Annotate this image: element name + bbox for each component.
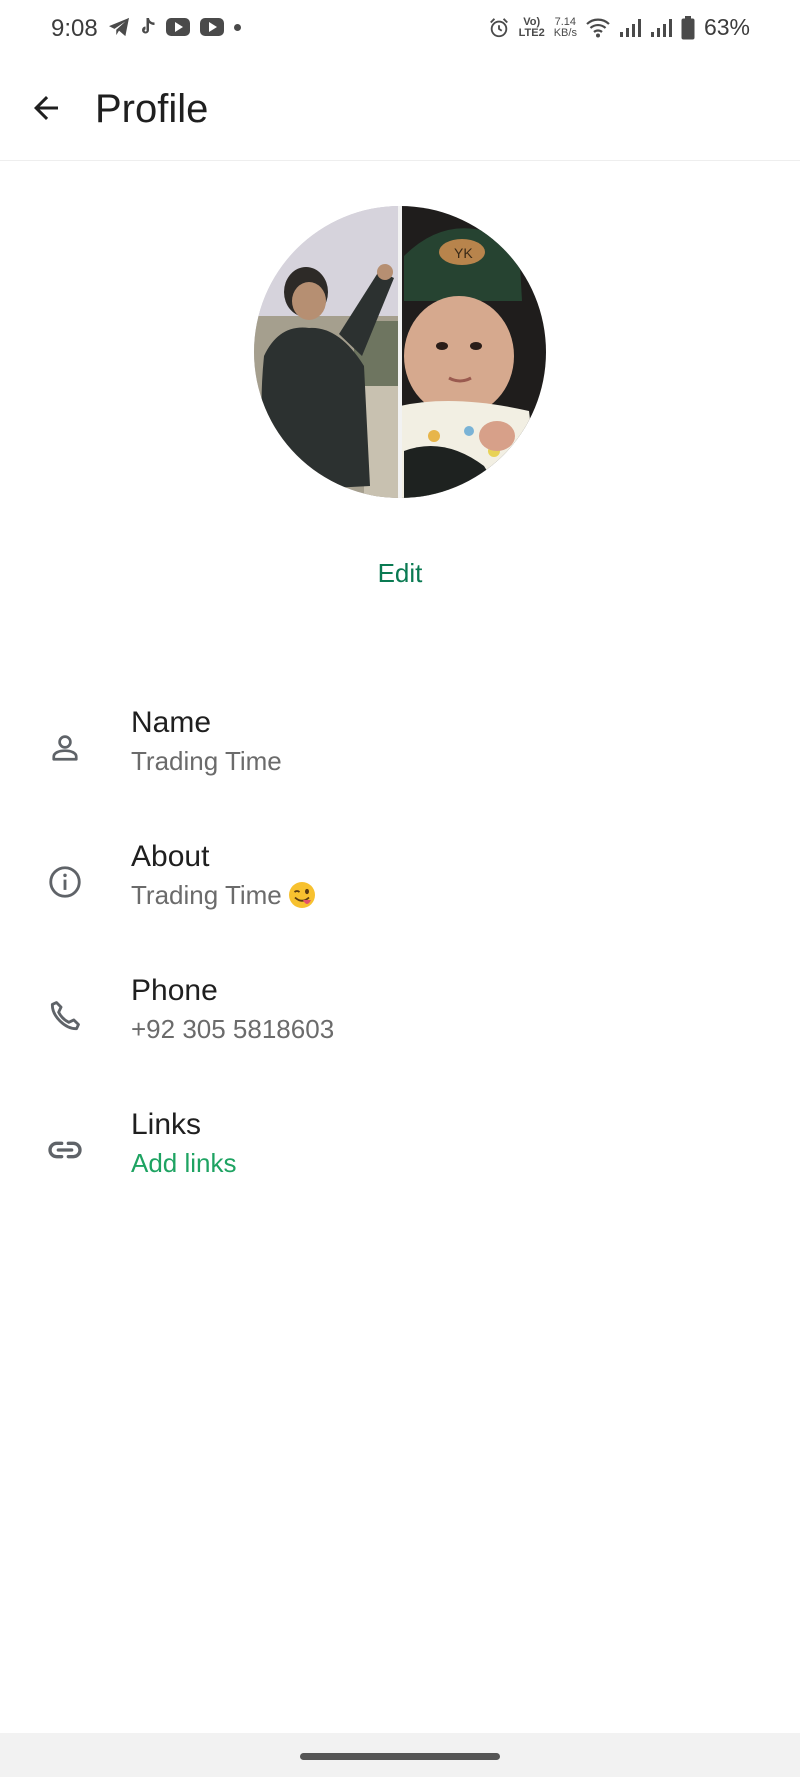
phone-icon <box>41 992 89 1040</box>
person-icon <box>41 724 89 772</box>
youtube-icon <box>200 18 224 36</box>
speed-unit: KB/s <box>553 26 577 39</box>
name-row[interactable]: Name Trading Time <box>0 694 800 804</box>
about-row[interactable]: About Trading Time <box>0 828 800 938</box>
arrow-back-icon <box>34 96 58 120</box>
battery-percent: 63% <box>703 14 750 40</box>
phone-label: Phone <box>131 974 218 1007</box>
youtube-icon <box>166 18 190 36</box>
app-bar: Profile <box>0 62 800 161</box>
link-icon <box>41 1126 89 1174</box>
name-label: Name <box>131 706 212 739</box>
volte-bottom-text: LTE2 <box>518 26 545 39</box>
signal-icon <box>619 18 641 38</box>
add-links-button[interactable]: Add links <box>131 1148 237 1179</box>
about-label: About <box>131 840 210 873</box>
telegram-icon <box>108 17 130 37</box>
wifi-icon <box>586 18 610 38</box>
phone-value: +92 305 5818603 <box>131 1014 335 1044</box>
volte-icon: Vo) LTE2 <box>518 15 545 39</box>
profile-photo[interactable]: YK <box>254 206 546 498</box>
status-bar: 9:08 Vo) LTE2 7.14 KB/s 63% <box>0 0 800 62</box>
about-value: Trading Time <box>131 880 282 910</box>
system-icons: Vo) LTE2 7.14 KB/s 63% <box>488 14 750 41</box>
page-title: Profile <box>95 87 209 131</box>
volte-top-text: Vo) <box>523 15 541 28</box>
speed-value: 7.14 <box>554 15 577 28</box>
signal-icon <box>650 18 672 38</box>
links-label: Links <box>131 1108 202 1141</box>
svg-text:YK: YK <box>454 245 473 261</box>
home-gesture-handle[interactable] <box>300 1753 500 1760</box>
about-value-container: Trading Time <box>131 880 316 911</box>
tiktok-icon <box>140 17 156 37</box>
status-time: 9:08 <box>51 15 98 42</box>
back-button[interactable] <box>22 84 70 132</box>
edit-photo-link[interactable]: Edit <box>350 558 450 589</box>
battery-icon <box>681 15 695 40</box>
info-icon <box>41 858 89 906</box>
dot-icon <box>234 23 241 31</box>
navigation-bar <box>0 1733 800 1777</box>
name-value: Trading Time <box>131 746 282 776</box>
links-row[interactable]: Links Add links <box>0 1096 800 1206</box>
phone-row[interactable]: Phone +92 305 5818603 <box>0 962 800 1072</box>
profile-photo-image: YK <box>254 206 546 498</box>
notification-icons <box>108 17 241 37</box>
winking-tongue-emoji <box>288 882 315 908</box>
network-speed: 7.14 KB/s <box>553 15 577 39</box>
alarm-icon <box>488 17 510 39</box>
